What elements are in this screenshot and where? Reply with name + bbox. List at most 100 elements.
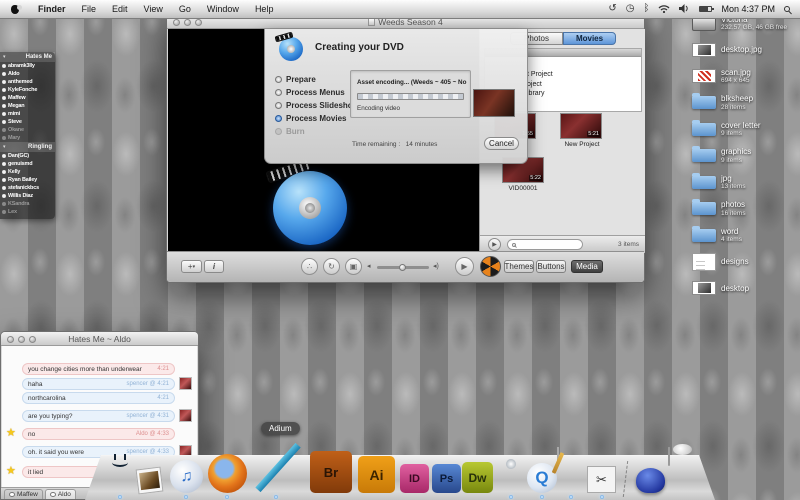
media-button[interactable]: Media: [571, 260, 603, 273]
idvd-window[interactable]: Weeds Season 4 Photos Movies t Project o…: [166, 14, 645, 283]
menu-go[interactable]: Go: [171, 0, 199, 18]
dock-icon-preview[interactable]: [135, 466, 164, 495]
dock-icon-frog[interactable]: [636, 468, 665, 493]
chat-titlebar[interactable]: Hates Me ~ Aldo: [1, 332, 198, 346]
wifi-icon[interactable]: [658, 4, 670, 15]
desktop-icons: Victoria 232.57 GB, 46 GB free desktop.jpg…: [692, 10, 792, 302]
cancel-button[interactable]: Cancel: [484, 137, 519, 150]
dock-icon-textedit[interactable]: [551, 447, 565, 474]
buddy-row[interactable]: Ryan Bailey: [0, 176, 55, 184]
volume-icon[interactable]: [679, 3, 690, 15]
buddy-row[interactable]: abramk3lly: [0, 62, 55, 70]
minimize-button[interactable]: [18, 335, 25, 343]
menu-view[interactable]: View: [136, 0, 171, 18]
buddy-row[interactable]: genuismd: [0, 160, 55, 168]
time-machine-icon[interactable]: ↺: [608, 0, 616, 18]
themes-button[interactable]: Themes: [504, 260, 534, 273]
motion-button[interactable]: [480, 256, 501, 277]
desktop-icon-graphics[interactable]: graphics 9 items: [692, 143, 792, 170]
desktop-icon-desktop-jpg[interactable]: desktop.jpg: [692, 37, 792, 64]
desktop-icon-word[interactable]: word 4 items: [692, 222, 792, 249]
buddy-row[interactable]: Dan(GC): [0, 152, 55, 160]
dock-icon-firefox[interactable]: [208, 454, 247, 493]
buddy-name: Lex: [8, 209, 17, 215]
dvd-map-button[interactable]: ∴: [301, 258, 318, 275]
menu-finder[interactable]: Finder: [30, 0, 74, 18]
buddy-row[interactable]: Willis Diaz: [0, 192, 55, 200]
movie-thumbnail[interactable]: 5:21: [560, 113, 602, 139]
preview-button[interactable]: ▣: [345, 258, 362, 275]
status-icon: [2, 120, 6, 124]
volume-knob[interactable]: [399, 264, 406, 271]
buddy-row[interactable]: anthemed: [0, 78, 55, 86]
inspector-button[interactable]: i: [204, 260, 224, 273]
play-button[interactable]: ▶: [455, 257, 474, 276]
menu-file[interactable]: File: [74, 0, 105, 18]
buddy-row[interactable]: Aldo: [0, 70, 55, 78]
clock-icon[interactable]: ◷: [626, 0, 635, 18]
dock-icon-photoshop[interactable]: Ps: [432, 464, 461, 493]
icon-label: cover letter: [721, 120, 761, 130]
buddy-name: Aldo: [8, 71, 20, 77]
menu-edit[interactable]: Edit: [104, 0, 136, 18]
buddy-group-header[interactable]: ▾ Hates Me: [0, 52, 55, 62]
buddy-group-header[interactable]: ▾ Ringling: [0, 142, 55, 152]
buddy-row[interactable]: KSandra: [0, 200, 55, 208]
play-preview-button[interactable]: ▶: [488, 238, 501, 251]
icon-label: blksheep: [721, 94, 754, 104]
desktop-icon-blksheep[interactable]: blksheep 28 items: [692, 90, 792, 117]
buddy-row[interactable]: stefanickbcs: [0, 184, 55, 192]
source-item[interactable]: ibrary: [527, 90, 545, 97]
add-button[interactable]: + ▾: [181, 260, 202, 273]
buddy-row[interactable]: Lex: [0, 208, 55, 216]
dock-icon-indesign[interactable]: ID: [400, 464, 429, 493]
buddy-row[interactable]: Megan: [0, 102, 55, 110]
media-search-input[interactable]: [507, 239, 583, 250]
disclosure-triangle-icon[interactable]: ▾: [3, 54, 6, 60]
buddy-row[interactable]: mimi: [0, 110, 55, 118]
desktop-icon-designs[interactable]: designs: [692, 249, 792, 276]
dock-icon-bridge[interactable]: Br: [310, 451, 352, 493]
buddy-list-window[interactable]: ▾ Hates Me abramk3lly Aldo anthemed KyleFonch…: [0, 52, 55, 219]
dock-icon-dreamweaver[interactable]: Dw: [462, 462, 493, 493]
buddy-row[interactable]: Steve: [0, 118, 55, 126]
status-icon: [2, 202, 6, 206]
menu-help[interactable]: Help: [247, 0, 282, 18]
buddy-row[interactable]: Maffew: [0, 94, 55, 102]
disclosure-triangle-icon[interactable]: ▾: [3, 144, 6, 150]
zoom-button[interactable]: [29, 335, 36, 343]
tab-movies[interactable]: Movies: [563, 32, 616, 45]
desktop-icon-cover-letter[interactable]: cover letter 9 items: [692, 116, 792, 143]
dock-icon-illustrator[interactable]: Ai: [358, 456, 395, 493]
dock-icon-trash[interactable]: [668, 444, 692, 466]
running-indicator: [540, 495, 544, 499]
dock-icon-itunes[interactable]: ♫: [170, 460, 203, 493]
source-item[interactable]: oject: [527, 81, 542, 88]
battery-icon[interactable]: [699, 6, 715, 12]
tab-maffew[interactable]: Maffew: [4, 489, 43, 499]
buddy-row[interactable]: Mary: [0, 134, 55, 142]
close-button[interactable]: [173, 18, 180, 26]
loop-button[interactable]: ↻: [323, 258, 340, 275]
zoom-button[interactable]: [195, 18, 202, 26]
menu-bar-clock[interactable]: Mon 4:37 PM: [721, 4, 775, 14]
buttons-button[interactable]: Buttons: [536, 260, 566, 273]
status-icon: [2, 80, 6, 84]
apple-menu-icon[interactable]: [10, 4, 22, 14]
buddy-row[interactable]: Kelly: [0, 168, 55, 176]
spotlight-icon[interactable]: [784, 6, 790, 12]
desktop-icon-photos[interactable]: photos 16 items: [692, 196, 792, 223]
buddy-row[interactable]: KyleFonche: [0, 86, 55, 94]
desktop-icon-scan-jpg[interactable]: scan.jpg 694 x 645: [692, 63, 792, 90]
close-button[interactable]: [7, 335, 14, 343]
dock-icon-grab[interactable]: ✂: [587, 466, 616, 493]
message-text: oh. it said you were: [28, 448, 85, 456]
buddy-row[interactable]: Okane: [0, 126, 55, 134]
tab-aldo[interactable]: Aldo: [44, 489, 76, 499]
desktop-icon-jpg[interactable]: jpg 13 items: [692, 169, 792, 196]
desktop-icon-desktop[interactable]: desktop: [692, 275, 792, 302]
minimize-button[interactable]: [184, 18, 191, 26]
source-item[interactable]: t Project: [527, 71, 553, 78]
menu-window[interactable]: Window: [199, 0, 247, 18]
bluetooth-icon[interactable]: ᛒ: [643, 0, 649, 18]
